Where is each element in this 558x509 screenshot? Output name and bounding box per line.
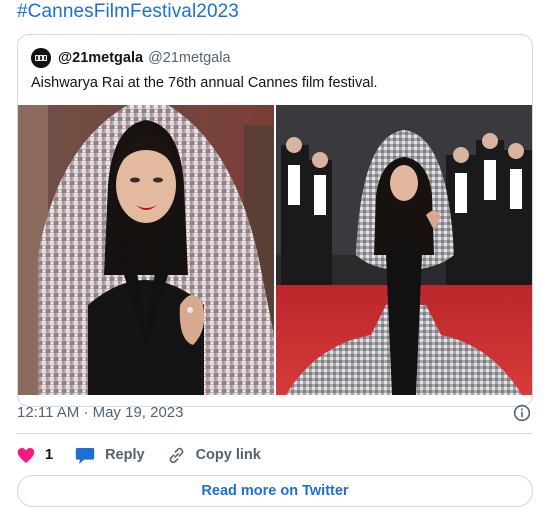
- hashtag-link[interactable]: #CannesFilmFestival2023: [17, 1, 239, 23]
- tweet-meta: 12:11 AM · May 19, 2023: [17, 404, 533, 424]
- author-name[interactable]: @21metgala: [58, 50, 143, 66]
- link-icon: [169, 447, 183, 463]
- media-grid: [18, 105, 532, 395]
- quoted-tweet-card[interactable]: @21metgala @21metgala Aishwarya Rai at t…: [17, 34, 533, 407]
- timestamp[interactable]: 12:11 AM · May 19, 2023: [17, 404, 184, 421]
- author-handle[interactable]: @21metgala: [148, 50, 230, 66]
- avatar[interactable]: [31, 48, 51, 68]
- copy-link-button[interactable]: Copy link: [167, 446, 261, 465]
- quoted-tweet-header: @21metgala @21metgala: [31, 47, 231, 69]
- quoted-tweet-text: Aishwarya Rai at the 76th annual Cannes …: [31, 75, 378, 91]
- speech-bubble-icon: [75, 447, 95, 464]
- action-bar: 1 Reply Copy link: [17, 443, 283, 467]
- photo-closeup[interactable]: [18, 105, 274, 395]
- read-more-button[interactable]: Read more on Twitter: [17, 475, 533, 507]
- reply-button[interactable]: Reply: [75, 446, 145, 465]
- copy-link-label: Copy link: [195, 447, 261, 463]
- reply-label: Reply: [105, 447, 145, 463]
- info-icon[interactable]: [513, 404, 531, 422]
- like-button[interactable]: 1: [17, 447, 53, 464]
- like-count: 1: [45, 447, 54, 463]
- photo-red-carpet[interactable]: [276, 105, 532, 395]
- divider: [17, 433, 533, 434]
- heart-icon: [17, 447, 35, 463]
